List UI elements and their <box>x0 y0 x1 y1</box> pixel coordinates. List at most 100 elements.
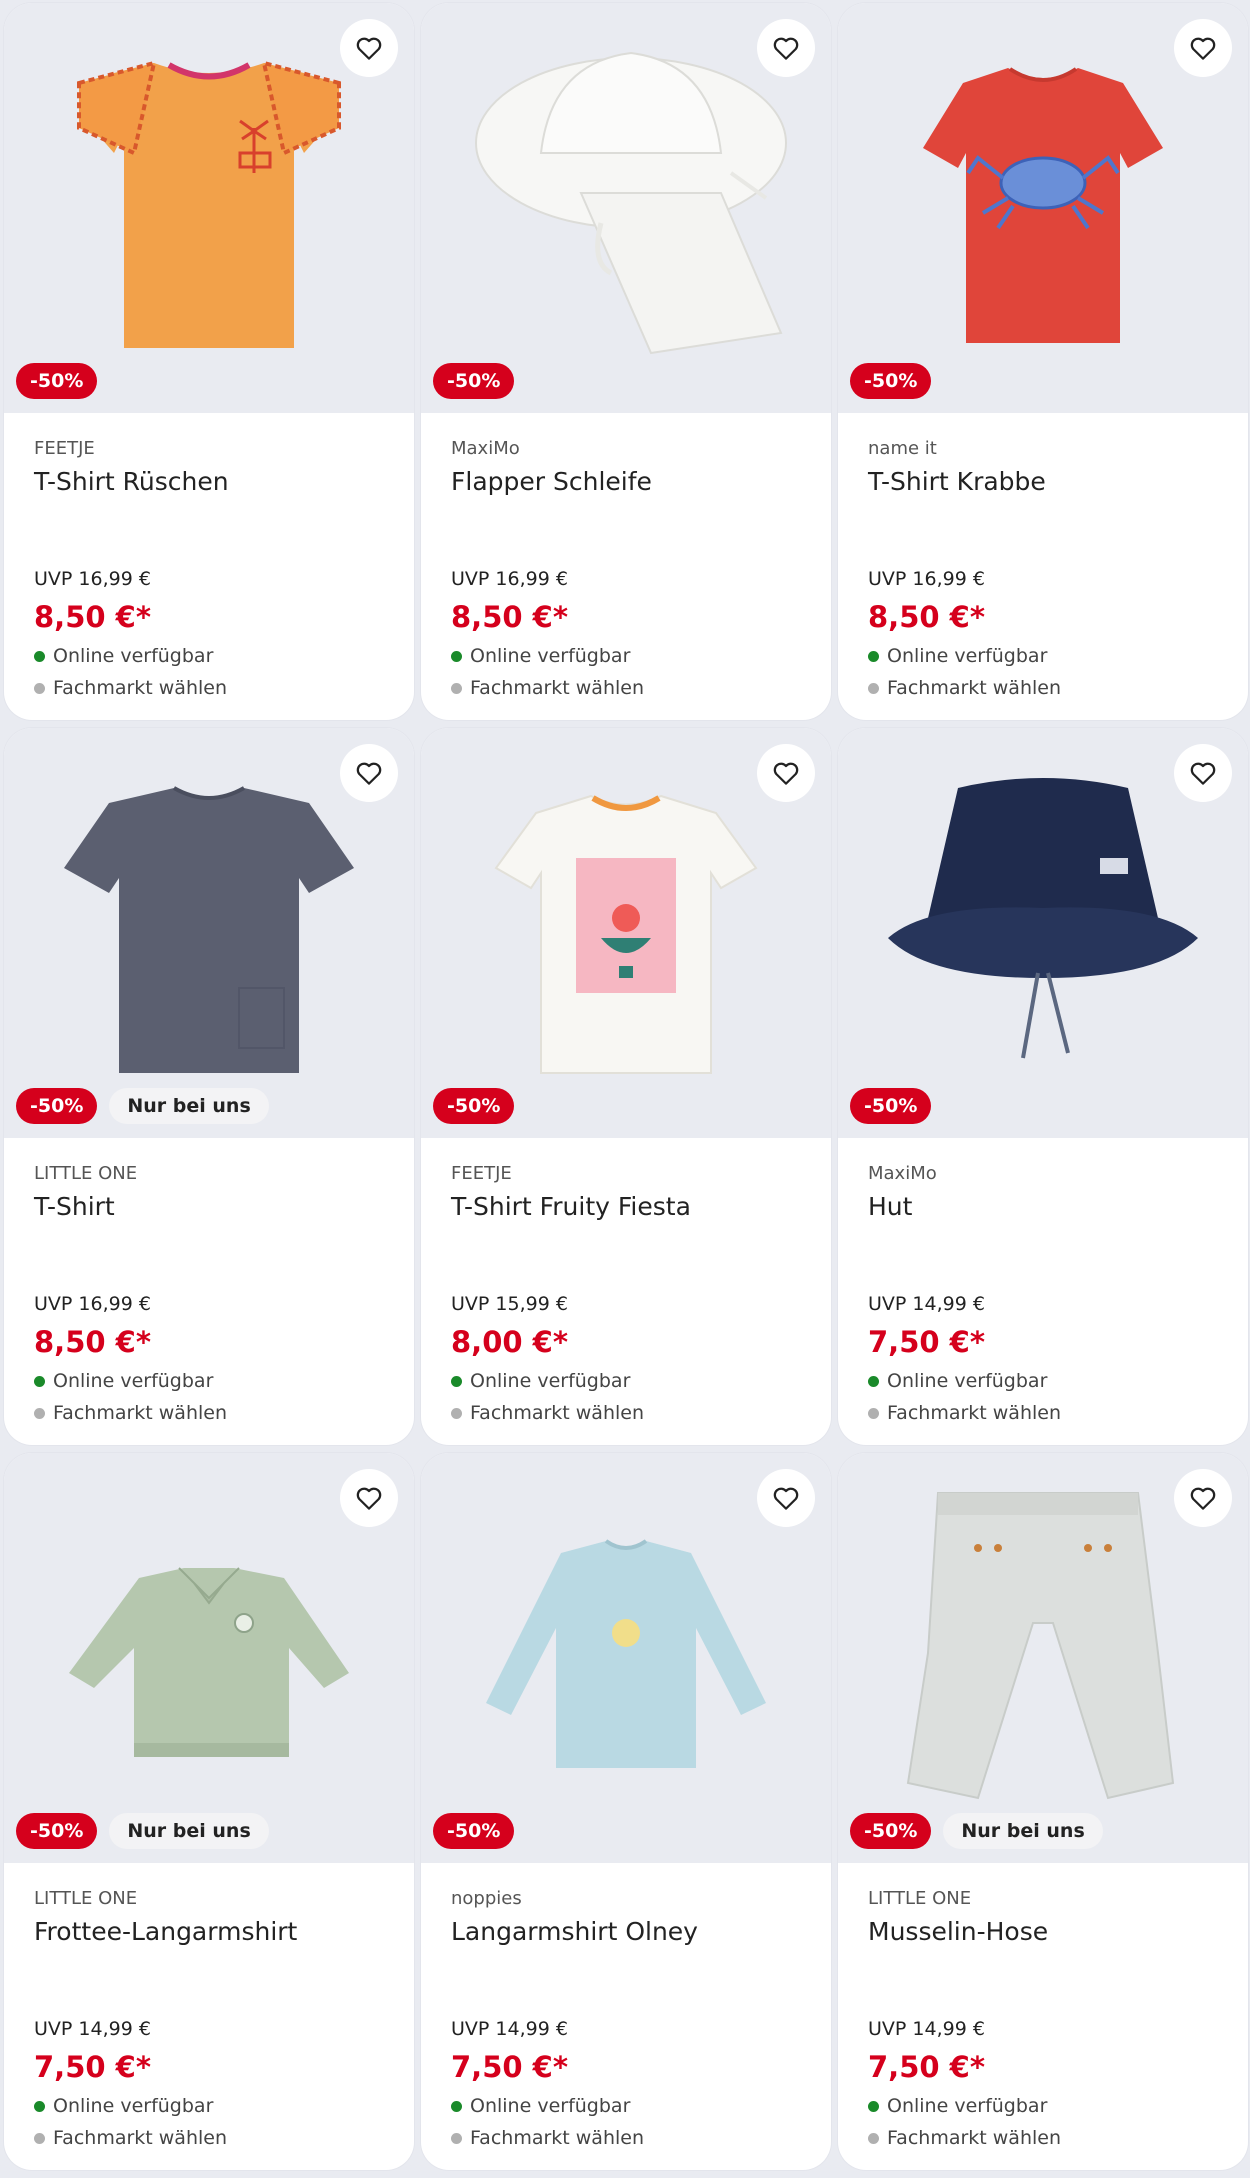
exclusive-badge: Nur bei uns <box>109 1813 269 1849</box>
wishlist-button[interactable] <box>757 744 815 802</box>
store-select-label: Fachmarkt wählen <box>470 2127 645 2149</box>
wishlist-button[interactable] <box>1174 19 1232 77</box>
product-info: noppies Langarmshirt Olney <box>421 1888 831 1948</box>
store-select-link[interactable]: Fachmarkt wählen <box>34 1402 227 1424</box>
store-select-link[interactable]: Fachmarkt wählen <box>451 677 644 699</box>
heart-icon <box>356 762 382 785</box>
online-availability: Online verfügbar <box>34 2095 213 2117</box>
online-availability-label: Online verfügbar <box>53 2095 214 2117</box>
product-card[interactable]: -50% Nur bei uns LITTLE ONE Frottee-Lang… <box>4 1453 414 2170</box>
product-image-area[interactable]: -50% <box>4 3 414 413</box>
store-select-link[interactable]: Fachmarkt wählen <box>868 2127 1061 2149</box>
heart-icon <box>773 37 799 60</box>
product-card[interactable]: -50% name it T-Shirt Krabbe UVP 16,99 € … <box>838 3 1248 720</box>
badge-row: -50% <box>433 1813 515 1849</box>
store-select-link[interactable]: Fachmarkt wählen <box>868 1402 1061 1424</box>
product-image-area[interactable]: -50% Nur bei uns <box>4 1453 414 1863</box>
product-image-area[interactable]: -50% <box>838 3 1248 413</box>
product-title[interactable]: Flapper Schleife <box>451 466 801 498</box>
discount-badge: -50% <box>16 1088 98 1124</box>
badge-row: -50% <box>433 1088 515 1124</box>
store-select-link[interactable]: Fachmarkt wählen <box>451 2127 644 2149</box>
product-card[interactable]: -50% noppies Langarmshirt Olney UVP 14,9… <box>421 1453 831 2170</box>
heart-icon <box>356 37 382 60</box>
product-card[interactable]: -50% FEETJE T-Shirt Fruity Fiesta UVP 15… <box>421 728 831 1445</box>
product-title[interactable]: Hut <box>868 1191 1218 1223</box>
product-price: 8,50 €* <box>868 600 985 634</box>
product-image-area[interactable]: -50% <box>421 1453 831 1863</box>
product-uvp: UVP 14,99 € <box>868 1293 985 1315</box>
store-select-label: Fachmarkt wählen <box>53 1402 228 1424</box>
status-dot-icon <box>868 2132 879 2144</box>
product-brand: MaxiMo <box>451 438 520 459</box>
product-image-area[interactable]: -50% <box>838 728 1248 1138</box>
badge-row: -50% <box>850 1088 932 1124</box>
product-card[interactable]: -50% MaxiMo Hut UVP 14,99 € 7,50 €* Onli… <box>838 728 1248 1445</box>
product-title[interactable]: Musselin-Hose <box>868 1916 1218 1948</box>
status-dot-icon <box>868 682 879 694</box>
product-price: 8,00 €* <box>451 1325 568 1359</box>
status-dot-icon <box>34 2100 45 2112</box>
product-brand: LITTLE ONE <box>868 1888 972 1909</box>
badge-row: -50% Nur bei uns <box>16 1813 269 1849</box>
store-select-link[interactable]: Fachmarkt wählen <box>34 2127 227 2149</box>
wishlist-button[interactable] <box>340 1469 398 1527</box>
product-card[interactable]: -50% MaxiMo Flapper Schleife UVP 16,99 €… <box>421 3 831 720</box>
product-uvp: UVP 16,99 € <box>451 568 568 590</box>
product-title[interactable]: T-Shirt <box>34 1191 384 1223</box>
online-availability-label: Online verfügbar <box>53 1370 214 1392</box>
wishlist-button[interactable] <box>1174 744 1232 802</box>
badge-row: -50% Nur bei uns <box>16 1088 269 1124</box>
online-availability: Online verfügbar <box>451 1370 630 1392</box>
wishlist-button[interactable] <box>340 744 398 802</box>
heart-icon <box>356 1487 382 1510</box>
product-card[interactable]: -50% FEETJE T-Shirt Rüschen UVP 16,99 € … <box>4 3 414 720</box>
wishlist-button[interactable] <box>757 19 815 77</box>
product-image-area[interactable]: -50% <box>421 3 831 413</box>
discount-badge: -50% <box>850 1813 932 1849</box>
product-title[interactable]: T-Shirt Fruity Fiesta <box>451 1191 801 1223</box>
store-select-label: Fachmarkt wählen <box>53 2127 228 2149</box>
exclusive-badge: Nur bei uns <box>943 1813 1103 1849</box>
store-select-link[interactable]: Fachmarkt wählen <box>34 677 227 699</box>
product-brand: LITTLE ONE <box>34 1888 138 1909</box>
status-dot-icon <box>868 650 879 662</box>
product-brand: FEETJE <box>451 1163 512 1184</box>
store-select-link[interactable]: Fachmarkt wählen <box>868 677 1061 699</box>
heart-icon <box>1190 1487 1216 1510</box>
heart-icon <box>1190 762 1216 785</box>
online-availability: Online verfügbar <box>868 2095 1047 2117</box>
online-availability-label: Online verfügbar <box>887 645 1048 667</box>
product-title[interactable]: Langarmshirt Olney <box>451 1916 801 1948</box>
heart-icon <box>773 1487 799 1510</box>
product-title[interactable]: Frottee-Langarmshirt <box>34 1916 384 1948</box>
product-brand: name it <box>868 438 937 459</box>
product-card[interactable]: -50% Nur bei uns LITTLE ONE Musselin-Hos… <box>838 1453 1248 2170</box>
status-dot-icon <box>451 682 462 694</box>
online-availability-label: Online verfügbar <box>887 2095 1048 2117</box>
wishlist-button[interactable] <box>757 1469 815 1527</box>
product-price: 7,50 €* <box>451 2050 568 2084</box>
product-card[interactable]: -50% Nur bei uns LITTLE ONE T-Shirt UVP … <box>4 728 414 1445</box>
wishlist-button[interactable] <box>1174 1469 1232 1527</box>
product-title[interactable]: T-Shirt Rüschen <box>34 466 384 498</box>
online-availability-label: Online verfügbar <box>53 645 214 667</box>
badge-row: -50% Nur bei uns <box>850 1813 1103 1849</box>
product-image-area[interactable]: -50% Nur bei uns <box>838 1453 1248 1863</box>
heart-icon <box>773 762 799 785</box>
wishlist-button[interactable] <box>340 19 398 77</box>
product-price: 8,50 €* <box>34 1325 151 1359</box>
store-select-label: Fachmarkt wählen <box>887 677 1062 699</box>
product-uvp: UVP 16,99 € <box>34 1293 151 1315</box>
product-image-area[interactable]: -50% Nur bei uns <box>4 728 414 1138</box>
store-select-link[interactable]: Fachmarkt wählen <box>451 1402 644 1424</box>
online-availability: Online verfügbar <box>451 645 630 667</box>
product-info: LITTLE ONE Musselin-Hose <box>838 1888 1248 1948</box>
product-title[interactable]: T-Shirt Krabbe <box>868 466 1218 498</box>
store-select-label: Fachmarkt wählen <box>887 1402 1062 1424</box>
online-availability: Online verfügbar <box>451 2095 630 2117</box>
product-uvp: UVP 16,99 € <box>868 568 985 590</box>
product-info: name it T-Shirt Krabbe <box>838 438 1248 498</box>
product-image-area[interactable]: -50% <box>421 728 831 1138</box>
status-dot-icon <box>451 1375 462 1387</box>
